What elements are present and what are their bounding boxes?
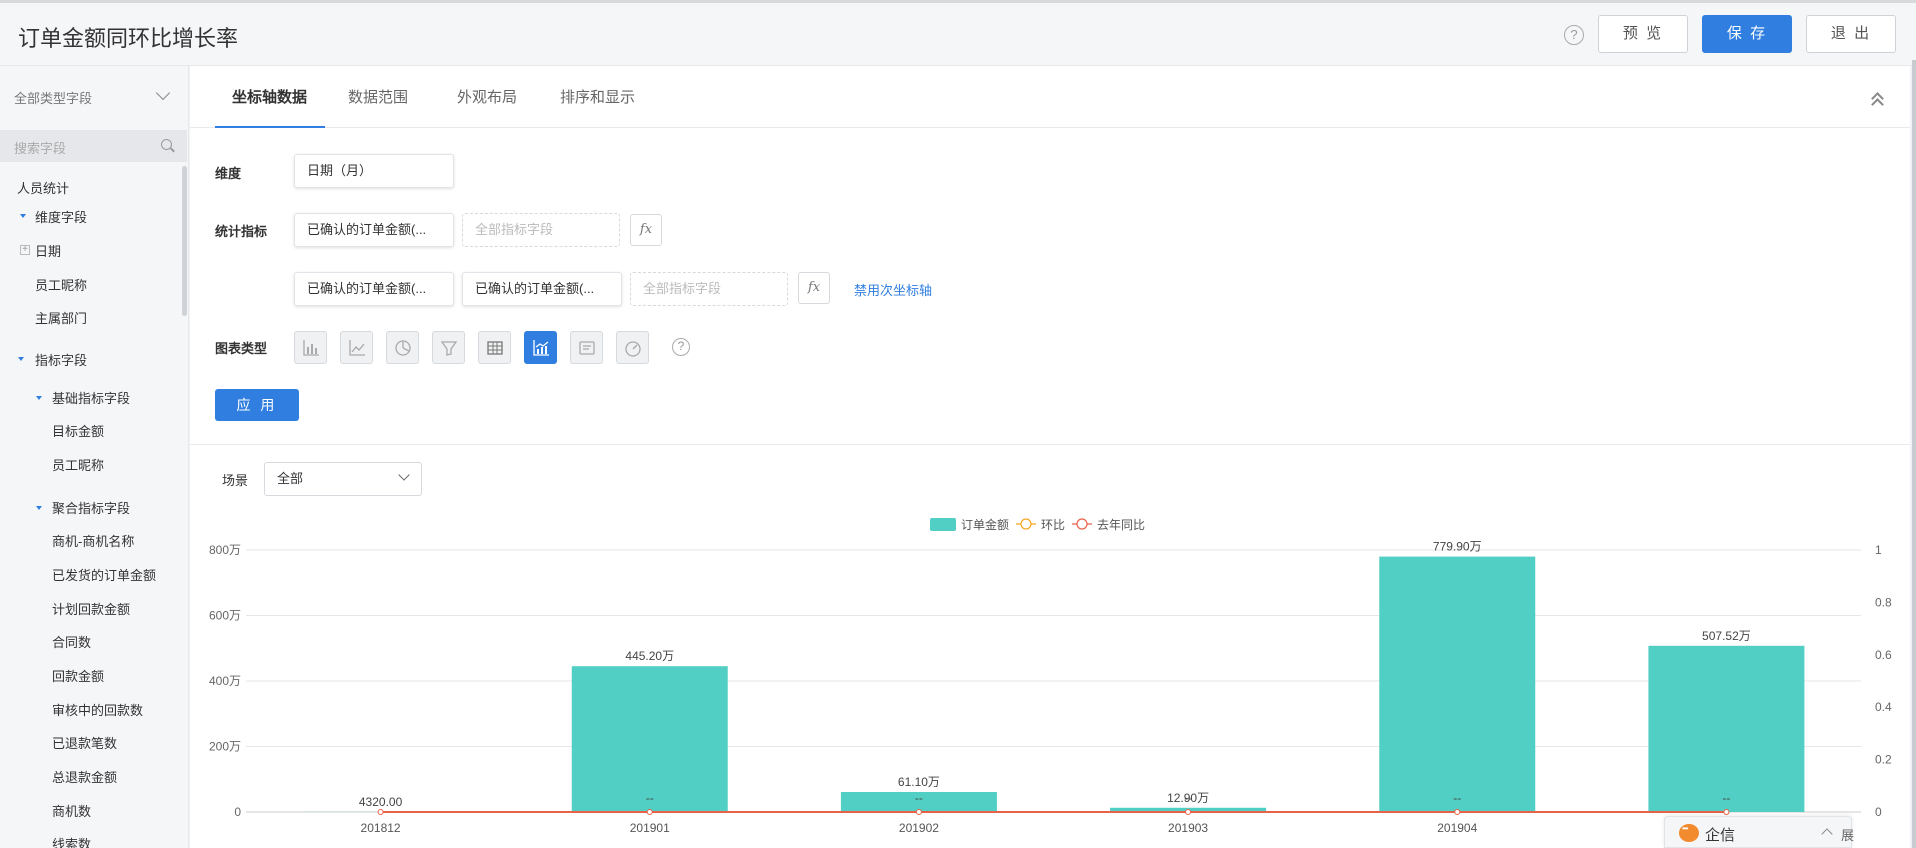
legend-label: 订单金额 — [961, 517, 1009, 532]
preview-button[interactable]: 预 览 — [1598, 15, 1688, 53]
exit-button[interactable]: 退 出 — [1806, 15, 1896, 53]
caret-down-icon[interactable] — [36, 396, 42, 400]
bar-value-label: 779.90万 — [1433, 540, 1482, 554]
yoy-point — [377, 809, 384, 815]
y-right-tick-label: 0 — [1875, 805, 1882, 819]
bar — [1379, 556, 1536, 812]
chat-widget-label: 企信 — [1705, 827, 1736, 844]
line-value-label: -- — [646, 791, 654, 805]
bar-value-label: 445.20万 — [625, 649, 674, 663]
y-left-tick-label: 0 — [234, 805, 241, 819]
field-search-input[interactable]: 搜索字段 — [14, 138, 66, 157]
enterprise-chat-widget[interactable]: 企信 展开 — [1664, 816, 1854, 848]
tree-item-agg[interactable]: 合同数 — [52, 632, 91, 651]
expand-plus-icon[interactable]: + — [20, 245, 30, 255]
tree-item-agg[interactable]: 商机数 — [52, 801, 91, 820]
sidebar-scrollbar[interactable] — [182, 166, 187, 316]
bar-value-label: 61.10万 — [898, 775, 940, 789]
y-left-tick-label: 400万 — [209, 674, 241, 688]
line-value-label: -- — [1453, 791, 1461, 805]
y-right-tick-label: 1 — [1875, 543, 1882, 557]
tree-item-target-amount[interactable]: 目标金额 — [52, 421, 104, 440]
legend-swatch-mom-dot — [1020, 518, 1032, 530]
line-value-label: -- — [1184, 791, 1192, 805]
caret-down-icon[interactable] — [18, 357, 24, 361]
x-tick-label: 201902 — [899, 821, 939, 835]
editor-main: 坐标轴数据 数据范围 外观布局 排序和显示 维度 日期（月） 统计指标 已确认的… — [190, 66, 1910, 848]
x-tick-label: 201904 — [1437, 821, 1477, 835]
yoy-point — [646, 809, 653, 815]
y-right-tick-label: 0.6 — [1875, 648, 1892, 662]
tree-item-department[interactable]: 主属部门 — [35, 308, 87, 327]
help-icon[interactable]: ? — [1564, 25, 1584, 45]
save-button[interactable]: 保 存 — [1702, 15, 1792, 53]
top-bar: 订单金额同环比增长率 ? 预 览 保 存 退 出 — [0, 0, 1916, 66]
x-tick-label: 201901 — [630, 821, 670, 835]
bar — [1648, 645, 1805, 812]
yoy-point — [1454, 809, 1461, 815]
tree-group-aggregate-metric[interactable]: 聚合指标字段 — [52, 498, 130, 517]
tree-item-agg[interactable]: 总退款金额 — [52, 767, 117, 786]
bar-value-label: 507.52万 — [1702, 629, 1751, 643]
yoy-point — [1723, 809, 1730, 815]
y-left-tick-label: 800万 — [209, 543, 241, 557]
tree-group-basic-metric[interactable]: 基础指标字段 — [52, 388, 130, 407]
field-sidebar: 全部类型字段 搜索字段 人员统计 维度字段 + 日期 员工昵称 主属部门 指标字… — [0, 66, 189, 848]
y-left-tick-label: 200万 — [209, 740, 241, 754]
yoy-point — [1185, 809, 1192, 815]
page-scrollbar[interactable] — [1912, 60, 1916, 848]
tree-item-agg[interactable]: 审核中的回款数 — [52, 700, 143, 719]
chart-legend[interactable]: 订单金额 环比 去年同比 — [930, 517, 1145, 532]
combo-chart: 订单金额 环比 去年同比 0 200万 400万 600万 800万 0 0.2 0.4 0.6… — [209, 517, 1892, 835]
legend-swatch-yoy-dot — [1076, 518, 1088, 530]
tree-item-agg[interactable]: 计划回款金额 — [52, 599, 130, 618]
chat-bubble-icon — [1679, 824, 1699, 842]
tree-item-agg[interactable]: 回款金额 — [52, 666, 104, 685]
tree-item-agg[interactable]: 已退款笔数 — [52, 733, 117, 752]
tree-item-agg[interactable]: 已发货的订单金额 — [52, 565, 156, 584]
line-value-label: -- — [1722, 791, 1730, 805]
legend-label: 环比 — [1041, 518, 1065, 532]
y-right-tick-label: 0.4 — [1875, 700, 1892, 714]
y-right-tick-label: 0.8 — [1875, 595, 1892, 609]
caret-down-icon[interactable] — [36, 506, 42, 510]
bar-value-label: 4320.00 — [359, 795, 403, 809]
line-value-label: -- — [915, 791, 923, 805]
tree-group-dimension[interactable]: 维度字段 — [35, 207, 87, 226]
legend-label: 去年同比 — [1097, 518, 1145, 532]
tree-item-employee-nickname[interactable]: 员工昵称 — [35, 275, 87, 294]
yoy-point — [915, 809, 922, 815]
x-tick-label: 201903 — [1168, 821, 1208, 835]
chat-widget-expand[interactable]: 展开 — [1841, 825, 1854, 848]
chevron-down-icon[interactable] — [155, 85, 171, 101]
tree-item-agg[interactable]: 商机-商机名称 — [52, 531, 134, 550]
tree-item-date[interactable]: 日期 — [35, 241, 61, 260]
tree-item-agg[interactable]: 线索数 — [52, 834, 91, 848]
dataset-name: 人员统计 — [17, 181, 70, 196]
y-right-tick-label: 0.2 — [1875, 753, 1892, 767]
tree-item-employee-nickname[interactable]: 员工昵称 — [52, 455, 104, 474]
search-icon[interactable] — [161, 139, 172, 150]
y-left-tick-label: 600万 — [209, 609, 241, 623]
caret-down-icon[interactable] — [20, 214, 26, 218]
tree-group-metric[interactable]: 指标字段 — [35, 350, 87, 369]
page-title: 订单金额同环比增长率 — [18, 26, 239, 51]
chevron-up-icon[interactable] — [1821, 828, 1833, 840]
x-tick-label: 201812 — [361, 821, 401, 835]
field-type-select[interactable]: 全部类型字段 — [14, 88, 92, 107]
field-search[interactable]: 搜索字段 — [0, 130, 187, 162]
legend-swatch-bar — [930, 518, 956, 531]
